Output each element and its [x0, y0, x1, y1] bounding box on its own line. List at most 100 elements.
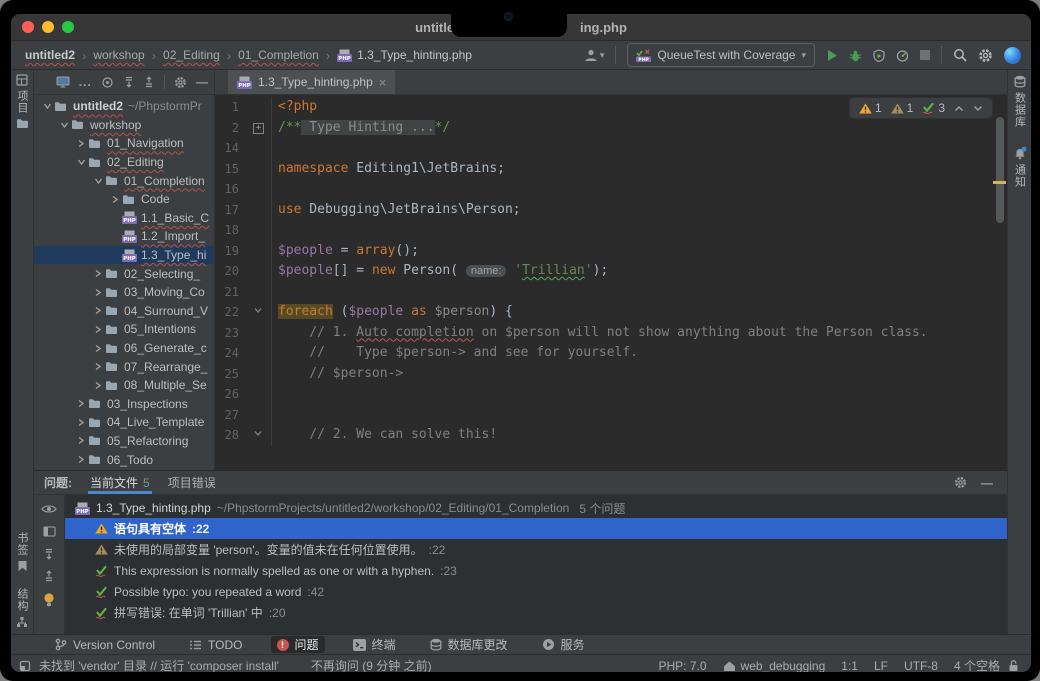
debug-icon[interactable] — [849, 49, 862, 62]
tree-item[interactable]: 02_Editing — [34, 153, 214, 172]
tree-item[interactable]: workshop — [34, 116, 214, 135]
stop-icon[interactable] — [920, 50, 930, 60]
tree-item[interactable]: 06_Todo — [34, 450, 214, 469]
tree-item[interactable]: 03_Moving_Co — [34, 283, 214, 302]
locate-target-icon[interactable] — [101, 76, 114, 89]
breadcrumb-item[interactable]: untitled2 — [25, 48, 75, 62]
code-line[interactable]: 27 — [215, 405, 1007, 426]
tool-window-button-error[interactable]: !问题 — [271, 636, 325, 653]
zoom-button[interactable] — [62, 21, 74, 33]
code-line[interactable]: 15namespace Editing1\JetBrains; — [215, 159, 1007, 180]
close-icon[interactable]: × — [379, 76, 387, 89]
problem-row[interactable]: 拼写错误: 在单词 'Trillian' 中:20 — [65, 602, 1007, 623]
code-line[interactable]: 21 — [215, 282, 1007, 303]
breadcrumb-item[interactable]: 02_Editing — [163, 48, 220, 62]
tree-item[interactable]: Code — [34, 190, 214, 209]
next-problem-icon[interactable] — [973, 105, 983, 112]
tab-project-errors[interactable]: 项目错误 — [168, 471, 216, 494]
expand-all-icon[interactable] — [43, 548, 55, 560]
code-line[interactable]: 19$people = array(); — [215, 241, 1007, 262]
status-widget[interactable]: 1:1 — [841, 659, 858, 673]
profiler-icon[interactable] — [896, 49, 909, 62]
status-action-link[interactable]: 不再询问 (9 分钟 之前) — [311, 657, 432, 672]
status-widget[interactable]: web_debugging — [723, 659, 826, 673]
gear-icon[interactable] — [954, 476, 967, 489]
code-line[interactable]: 17use Debugging\JetBrains\Person; — [215, 200, 1007, 221]
editor-scrollbar[interactable] — [996, 117, 1004, 223]
breadcrumb-file[interactable]: PHP1.3_Type_hinting.php — [337, 48, 472, 62]
layout-icon[interactable] — [43, 525, 56, 538]
warning-count[interactable]: 1 — [859, 101, 882, 115]
tree-item[interactable]: PHP1.1_Basic_C — [34, 209, 214, 228]
stripe-tab-notifications[interactable]: 通知 — [1012, 146, 1028, 188]
tree-item[interactable]: 01_Completion — [34, 171, 214, 190]
problem-row[interactable]: This expression is normally spelled as o… — [65, 560, 1007, 581]
tree-item[interactable]: 01_Navigation — [34, 134, 214, 153]
stripe-tab-project[interactable]: 项目 — [14, 74, 30, 129]
code-line[interactable]: 28 // 2. We can solve this! — [215, 425, 1007, 446]
status-widget[interactable]: UTF-8 — [904, 659, 938, 673]
tool-window-button-services[interactable]: 服务 — [536, 636, 591, 653]
lock-icon[interactable] — [1008, 659, 1019, 672]
status-widget[interactable]: LF — [874, 659, 888, 673]
user-icon[interactable]: ▾ — [584, 48, 605, 62]
editor-tab[interactable]: PHP 1.3_Type_hinting.php × — [228, 70, 395, 94]
stripe-tab-bookmarks[interactable]: 书签 — [14, 532, 30, 572]
problem-row[interactable]: Possible typo: you repeated a word:42 — [65, 581, 1007, 602]
coverage-icon[interactable] — [873, 49, 885, 62]
run-configuration-select[interactable]: PHP QueueTest with Coverage ▾ — [627, 43, 815, 67]
weak-warning-count[interactable]: 1 — [891, 101, 914, 115]
search-icon[interactable] — [953, 48, 967, 62]
tree-item[interactable]: 05_Refactoring — [34, 432, 214, 451]
tree-item[interactable]: PHP1.2_Import_ — [34, 227, 214, 246]
hide-panel-icon[interactable]: — — [196, 75, 208, 89]
minimize-button[interactable] — [42, 21, 54, 33]
tree-item[interactable]: 03_Inspections — [34, 395, 214, 414]
status-widget[interactable]: PHP: 7.0 — [659, 659, 707, 673]
tool-window-switcher-icon[interactable] — [19, 660, 31, 672]
hide-panel-icon[interactable]: — — [981, 476, 993, 490]
tool-window-button-terminal[interactable]: 终端 — [347, 636, 402, 653]
tree-item[interactable]: 05_Intentions — [34, 320, 214, 339]
code-area[interactable]: 1<?php2+/** Type Hinting ...*/1415namesp… — [215, 95, 1007, 470]
code-line[interactable]: 22foreach ($people as $person) { — [215, 302, 1007, 323]
code-line[interactable]: 26 — [215, 384, 1007, 405]
stripe-tab-structure[interactable]: 结构 — [14, 588, 30, 628]
code-line[interactable]: 20$people[] = new Person( name: 'Trillia… — [215, 261, 1007, 282]
code-line[interactable]: 2+/** Type Hinting ...*/ — [215, 118, 1007, 139]
tree-item[interactable]: 04_Surround_V — [34, 302, 214, 321]
code-line[interactable]: 16 — [215, 179, 1007, 200]
tab-current-file[interactable]: 当前文件5 — [90, 471, 150, 494]
tree-item[interactable]: 04_Live_Template — [34, 413, 214, 432]
problem-row[interactable]: 语句具有空体:22 — [65, 518, 1007, 539]
stripe-tab-database[interactable]: 数据库 — [1012, 75, 1028, 128]
tree-item[interactable]: 02_Selecting_ — [34, 264, 214, 283]
problem-row[interactable]: 未使用的局部变量 'person'。变量的值未在任何位置使用。:22 — [65, 539, 1007, 560]
breadcrumb-item[interactable]: 01_Completion — [238, 48, 319, 62]
select-opened-file-icon[interactable] — [56, 76, 70, 88]
quick-access-sphere-icon[interactable] — [1004, 47, 1021, 64]
close-button[interactable] — [22, 21, 34, 33]
breadcrumb-item[interactable]: workshop — [93, 48, 144, 62]
collapse-all-icon[interactable] — [43, 570, 55, 582]
code-line[interactable]: 24 // Type $person-> and see for yoursel… — [215, 343, 1007, 364]
view-options-icon[interactable] — [41, 503, 57, 515]
collapse-all-icon[interactable] — [143, 76, 155, 88]
tool-window-button-db-changes[interactable]: 数据库更改 — [424, 636, 514, 653]
tree-item[interactable]: 08_Multiple_Se — [34, 376, 214, 395]
prev-problem-icon[interactable] — [954, 105, 964, 112]
run-icon[interactable] — [826, 49, 838, 62]
tree-item[interactable]: PHP1.3_Type_hi — [34, 246, 214, 265]
gear-icon[interactable] — [174, 76, 187, 89]
warning-stripe-mark[interactable] — [993, 181, 1006, 184]
tree-item[interactable]: 07_Rearrange_ — [34, 357, 214, 376]
gear-icon[interactable] — [978, 48, 993, 63]
more-icon[interactable]: ... — [79, 75, 92, 89]
tree-item[interactable]: 06_Generate_c — [34, 339, 214, 358]
code-line[interactable]: 25 // $person-> — [215, 364, 1007, 385]
code-line[interactable]: 18 — [215, 220, 1007, 241]
tree-item[interactable]: untitled2 ~/PhpstormPr — [34, 97, 214, 116]
quickfix-lightbulb-icon[interactable] — [43, 592, 55, 607]
tool-window-button-todo[interactable]: TODO — [183, 636, 248, 653]
expand-all-icon[interactable] — [123, 76, 135, 88]
